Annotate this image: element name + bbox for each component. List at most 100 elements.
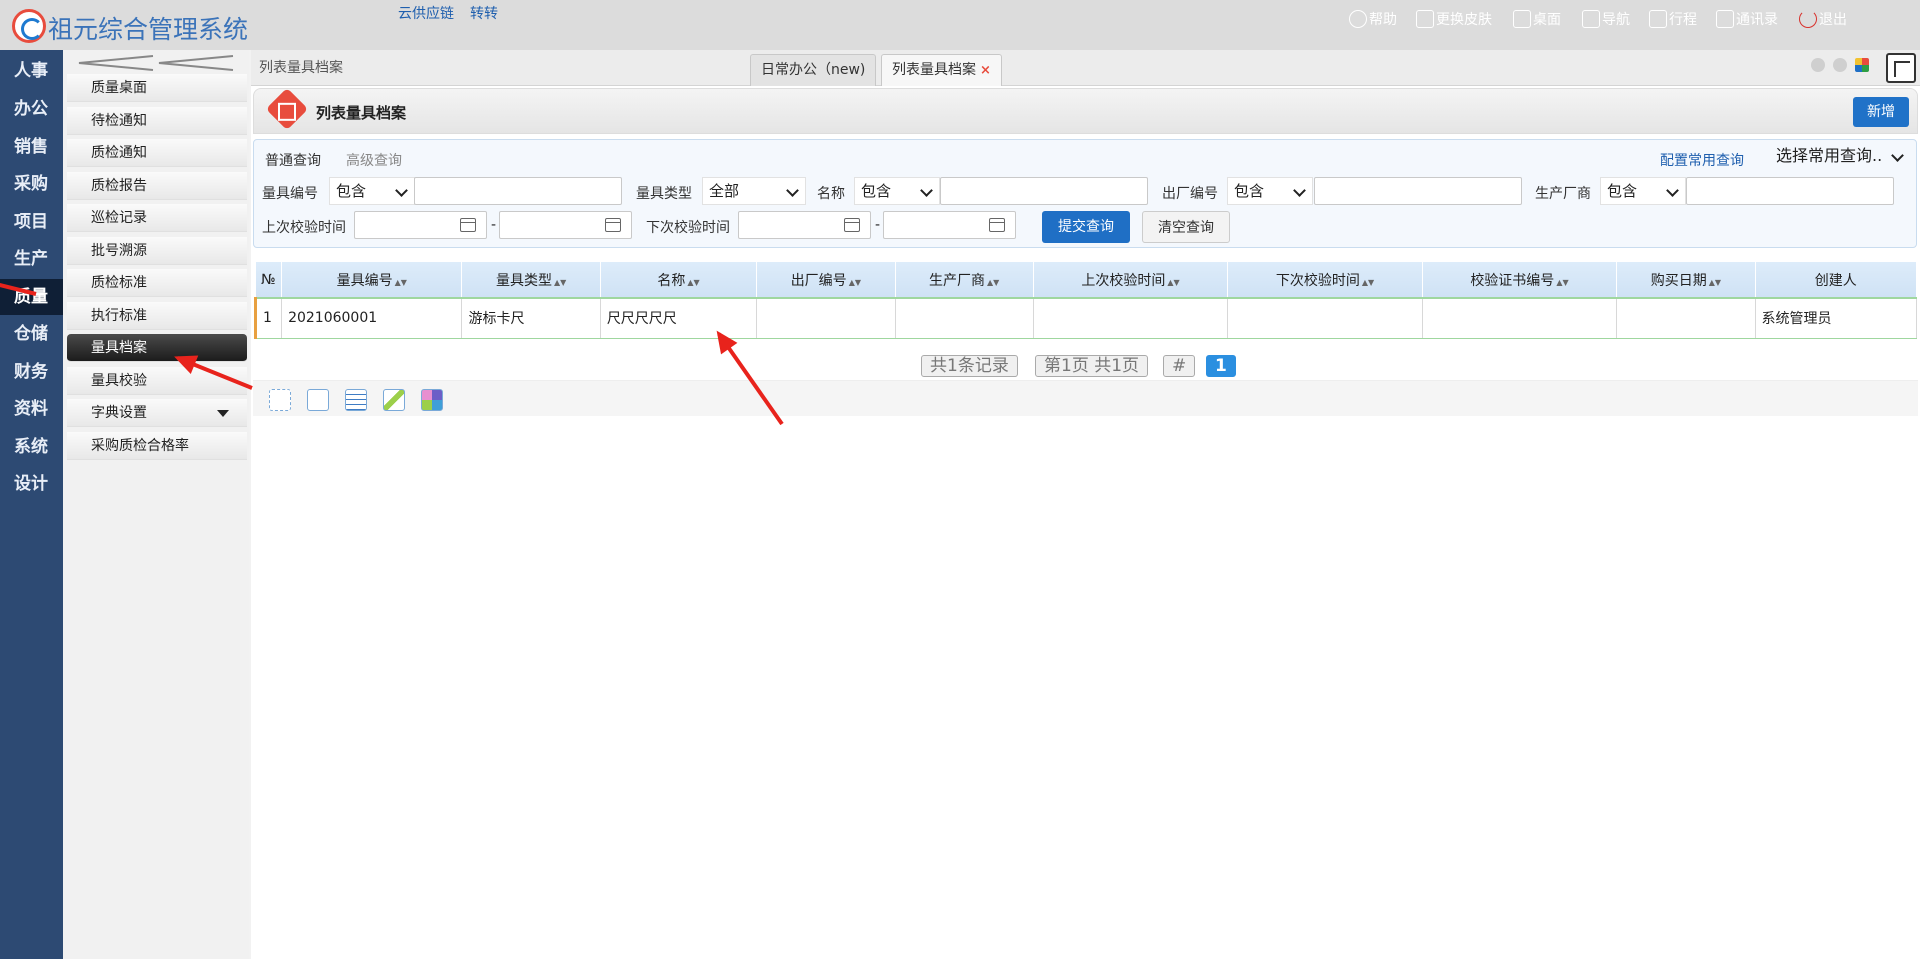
sort-icon: ▲▼ xyxy=(394,277,407,287)
help-button[interactable]: 帮助 xyxy=(1349,9,1397,29)
calendar-icon[interactable] xyxy=(460,218,476,232)
gauge-code-cell[interactable]: 2021060001 xyxy=(281,298,463,339)
close-icon[interactable]: × xyxy=(980,63,991,78)
calendar-icon[interactable] xyxy=(605,218,621,232)
last-check-to-input[interactable] xyxy=(499,211,632,239)
submenu-item-patrol-record[interactable]: 巡检记录 xyxy=(67,204,247,232)
factory-no-input[interactable] xyxy=(1314,177,1522,205)
type-select[interactable]: 全部 xyxy=(702,177,806,205)
column-header[interactable]: № xyxy=(255,262,283,299)
nav-production[interactable]: 生产 xyxy=(0,241,63,277)
submenu-item-gauge-archive[interactable]: 量具档案 xyxy=(67,334,247,362)
link-cloud-supply[interactable]: 云供应链 xyxy=(398,3,454,23)
document-icon[interactable] xyxy=(307,389,329,411)
submenu-item-pending-inspection[interactable]: 待检通知 xyxy=(67,107,247,135)
edit-icon[interactable] xyxy=(383,389,405,411)
maker-cell[interactable] xyxy=(895,298,1034,339)
nav-sales[interactable]: 销售 xyxy=(0,129,63,165)
left-nav: 人事 办公 销售 采购 项目 生产 质量 仓储 财务 资料 系统 设计 xyxy=(0,50,63,959)
gauge-type-cell[interactable]: 游标卡尺 xyxy=(461,298,601,339)
submenu-item-batch-trace[interactable]: 批号溯源 xyxy=(67,237,247,265)
prev-tab-icon[interactable] xyxy=(1811,58,1825,72)
select-icon[interactable] xyxy=(269,389,291,411)
nav-purchase[interactable]: 采购 xyxy=(0,166,63,202)
certificate-cell[interactable] xyxy=(1422,298,1618,339)
puzzle-icon[interactable] xyxy=(421,389,443,411)
nav-office[interactable]: 办公 xyxy=(0,91,63,127)
nav-hr[interactable]: 人事 xyxy=(0,53,63,89)
submenu-item-quality-desktop[interactable]: 质量桌面 xyxy=(67,74,247,102)
submenu-item-execution-standard[interactable]: 执行标准 xyxy=(67,302,247,330)
config-query-link[interactable]: 配置常用查询 xyxy=(1660,150,1744,170)
nav-design[interactable]: 设计 xyxy=(0,466,63,502)
maker-op-select[interactable]: 包含 xyxy=(1600,177,1686,205)
next-tab-icon[interactable] xyxy=(1833,58,1847,72)
tab-advanced-query[interactable]: 高级查询 xyxy=(346,150,402,170)
gauge-name-cell[interactable]: 尺尺尺尺尺 xyxy=(600,298,758,339)
page-title: 列表量具档案 xyxy=(316,104,407,122)
calendar-icon[interactable] xyxy=(989,218,1005,232)
pager: 共1条记录 第1页 共1页 # 1 xyxy=(251,352,1920,380)
last-check-cell[interactable] xyxy=(1033,298,1229,339)
desktop-button[interactable]: 桌面 xyxy=(1513,9,1561,29)
column-header[interactable]: 量具编号 ▲▼ xyxy=(281,262,463,299)
logout-button[interactable]: 退出 xyxy=(1799,9,1847,29)
tab-gauge-archive[interactable]: 列表量具档案 × xyxy=(881,54,1002,86)
submit-query-button[interactable]: 提交查询 xyxy=(1042,211,1130,243)
skin-button[interactable]: 更换皮肤 xyxy=(1416,9,1492,29)
submenu-item-inspection-notice[interactable]: 质检通知 xyxy=(67,139,247,167)
maker-input[interactable] xyxy=(1686,177,1894,205)
submenu-item-inspection-standard[interactable]: 质检标准 xyxy=(67,269,247,297)
code-op-select[interactable]: 包含 xyxy=(329,177,415,205)
next-check-cell[interactable] xyxy=(1227,298,1423,339)
column-header[interactable]: 上次校验时间 ▲▼ xyxy=(1033,262,1229,299)
pager-page-1[interactable]: 1 xyxy=(1206,355,1236,377)
add-button[interactable]: 新增 xyxy=(1853,97,1909,127)
column-header[interactable]: 下次校验时间 ▲▼ xyxy=(1227,262,1423,299)
calendar-icon[interactable] xyxy=(844,218,860,232)
column-header[interactable]: 购买日期 ▲▼ xyxy=(1616,262,1756,299)
factory-no-op-select[interactable]: 包含 xyxy=(1227,177,1313,205)
nav-button[interactable]: 导航 xyxy=(1582,9,1630,29)
tab-daily-office[interactable]: 日常办公（new) xyxy=(750,54,877,86)
nav-warehouse[interactable]: 仓储 xyxy=(0,316,63,352)
tab-menu-icon[interactable] xyxy=(1855,58,1869,72)
last-check-from-input[interactable] xyxy=(354,211,487,239)
name-input[interactable] xyxy=(940,177,1148,205)
column-header[interactable]: 出厂编号 ▲▼ xyxy=(756,262,896,299)
tab-normal-query[interactable]: 普通查询 xyxy=(265,150,321,170)
pager-total: 共1条记录 xyxy=(921,355,1018,377)
next-check-from-input[interactable] xyxy=(738,211,871,239)
pager-hash-button[interactable]: # xyxy=(1163,355,1196,377)
name-op-select[interactable]: 包含 xyxy=(854,177,940,205)
link-zhuanzhuan[interactable]: 转转 xyxy=(470,3,498,23)
purchase-date-cell[interactable] xyxy=(1616,298,1756,339)
factory-no-cell[interactable] xyxy=(756,298,896,339)
submenu-item-dictionary[interactable]: 字典设置 xyxy=(67,399,247,427)
nav-system[interactable]: 系统 xyxy=(0,429,63,465)
column-header[interactable]: 名称 ▲▼ xyxy=(600,262,758,299)
clear-query-button[interactable]: 清空查询 xyxy=(1142,211,1230,243)
schedule-button[interactable]: 行程 xyxy=(1649,9,1697,29)
submenu-item-gauge-calibration[interactable]: 量具校验 xyxy=(67,367,247,395)
submenu-item-purchase-pass-rate[interactable]: 采购质检合格率 xyxy=(67,432,247,460)
contacts-button[interactable]: 通讯录 xyxy=(1716,9,1778,29)
column-header[interactable]: 生产厂商 ▲▼ xyxy=(895,262,1034,299)
collapse-icon[interactable] xyxy=(73,54,239,72)
grid-icon xyxy=(1582,10,1600,28)
nav-project[interactable]: 项目 xyxy=(0,204,63,240)
common-query-select[interactable]: 选择常用查询.. xyxy=(1770,143,1910,171)
column-header[interactable]: 创建人 xyxy=(1755,262,1918,299)
table-icon[interactable] xyxy=(345,389,367,411)
next-check-to-input[interactable] xyxy=(883,211,1016,239)
nav-finance[interactable]: 财务 xyxy=(0,354,63,390)
nav-data[interactable]: 资料 xyxy=(0,391,63,427)
table-row[interactable]: 1 2021060001 游标卡尺 尺尺尺尺尺 系统管理员 xyxy=(253,298,1918,339)
maximize-icon[interactable] xyxy=(1886,53,1916,83)
column-header[interactable]: 量具类型 ▲▼ xyxy=(461,262,601,299)
code-input[interactable] xyxy=(414,177,622,205)
creator-cell[interactable]: 系统管理员 xyxy=(1755,298,1918,339)
column-header[interactable]: 校验证书编号 ▲▼ xyxy=(1422,262,1618,299)
name-label: 名称 xyxy=(817,186,845,202)
submenu-item-inspection-report[interactable]: 质检报告 xyxy=(67,172,247,200)
